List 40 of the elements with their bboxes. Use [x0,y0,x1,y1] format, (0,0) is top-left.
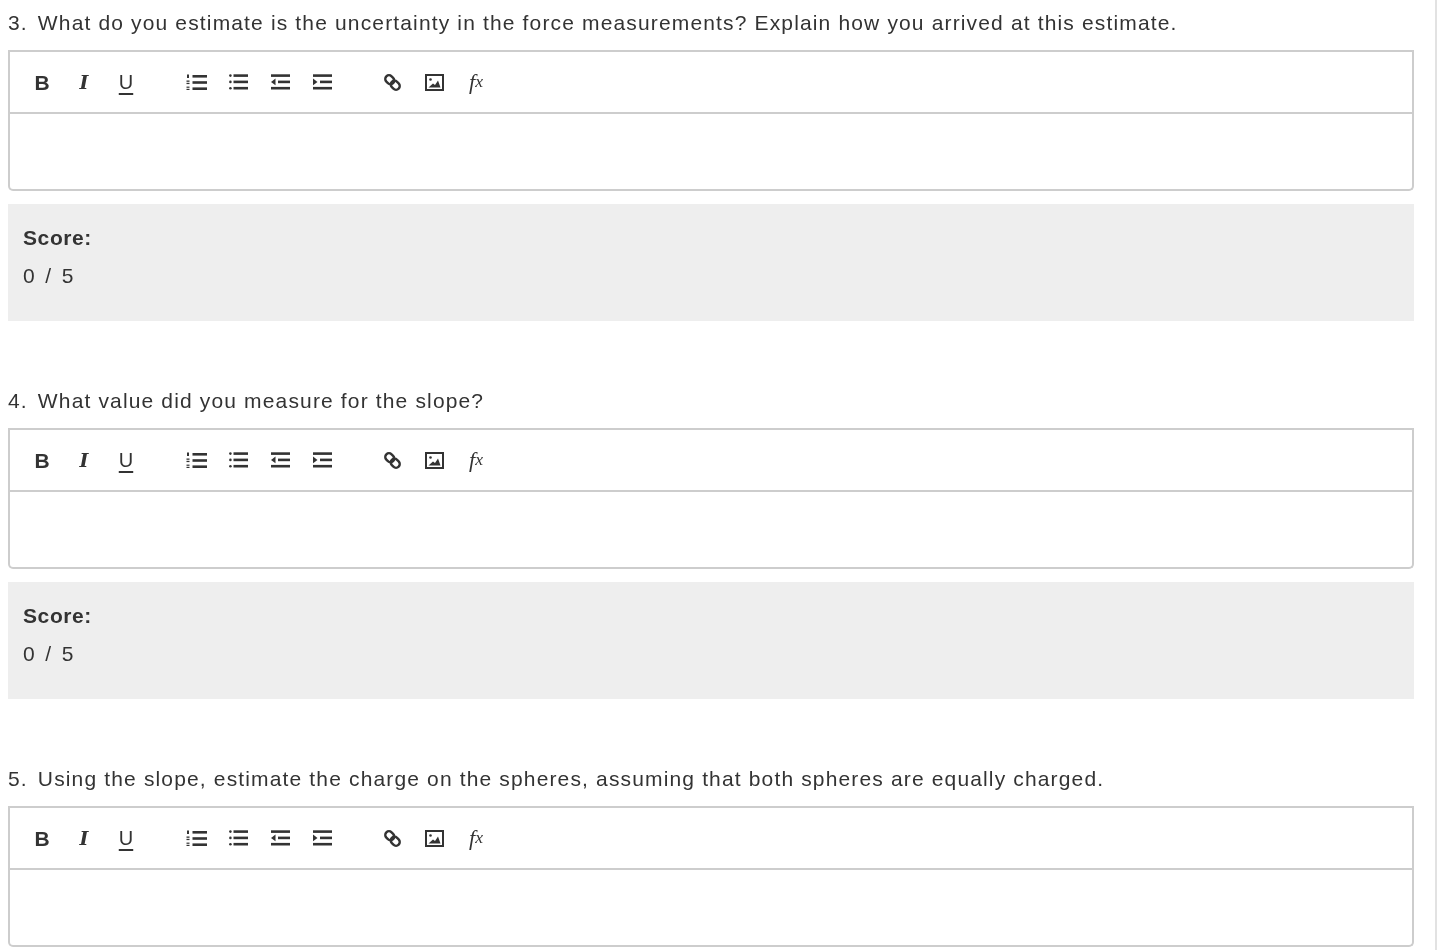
bold-button[interactable]: B [21,62,63,102]
image-icon [424,829,444,847]
answer-field[interactable] [8,870,1414,947]
bullet-list-icon [228,830,248,846]
score-value: 0 / 5 [23,641,76,667]
answer-field[interactable] [8,492,1414,569]
score-label: Score: [23,225,92,251]
bold-button[interactable]: B [21,440,63,480]
outdent-icon [270,74,290,90]
question-text: What do you estimate is the uncertainty in the force measurements? Explain how you arrived at this estimate. [37,10,1178,36]
indent-icon [312,74,332,90]
numbered-list-icon [185,451,207,469]
score-label: Score: [23,603,92,629]
question-number: 5. [8,766,28,792]
underline-button[interactable]: U [105,818,147,858]
indent-icon [312,830,332,846]
image-icon [424,451,444,469]
numbered-list-icon [185,829,207,847]
image-icon [424,73,444,91]
indent-icon [312,452,332,468]
question-text: Using the slope, estimate the charge on the spheres, assuming that both spheres are equally charged. [37,766,1105,792]
question-number: 3. [8,10,28,36]
question-text: What value did you measure for the slope? [37,388,485,414]
bold-button[interactable]: B [21,818,63,858]
underline-button[interactable]: U [105,440,147,480]
answer-field[interactable] [8,114,1414,191]
score-value: 0 / 5 [23,263,76,289]
link-icon [382,450,402,470]
numbered-list-icon [185,73,207,91]
italic-button[interactable]: I [63,440,105,480]
italic-button[interactable]: I [63,818,105,858]
question-number: 4. [8,388,28,414]
link-icon [382,72,402,92]
italic-button[interactable]: I [63,62,105,102]
link-icon [382,828,402,848]
outdent-icon [270,452,290,468]
bullet-list-icon [228,452,248,468]
underline-button[interactable]: U [105,62,147,102]
outdent-icon [270,830,290,846]
bullet-list-icon [228,74,248,90]
